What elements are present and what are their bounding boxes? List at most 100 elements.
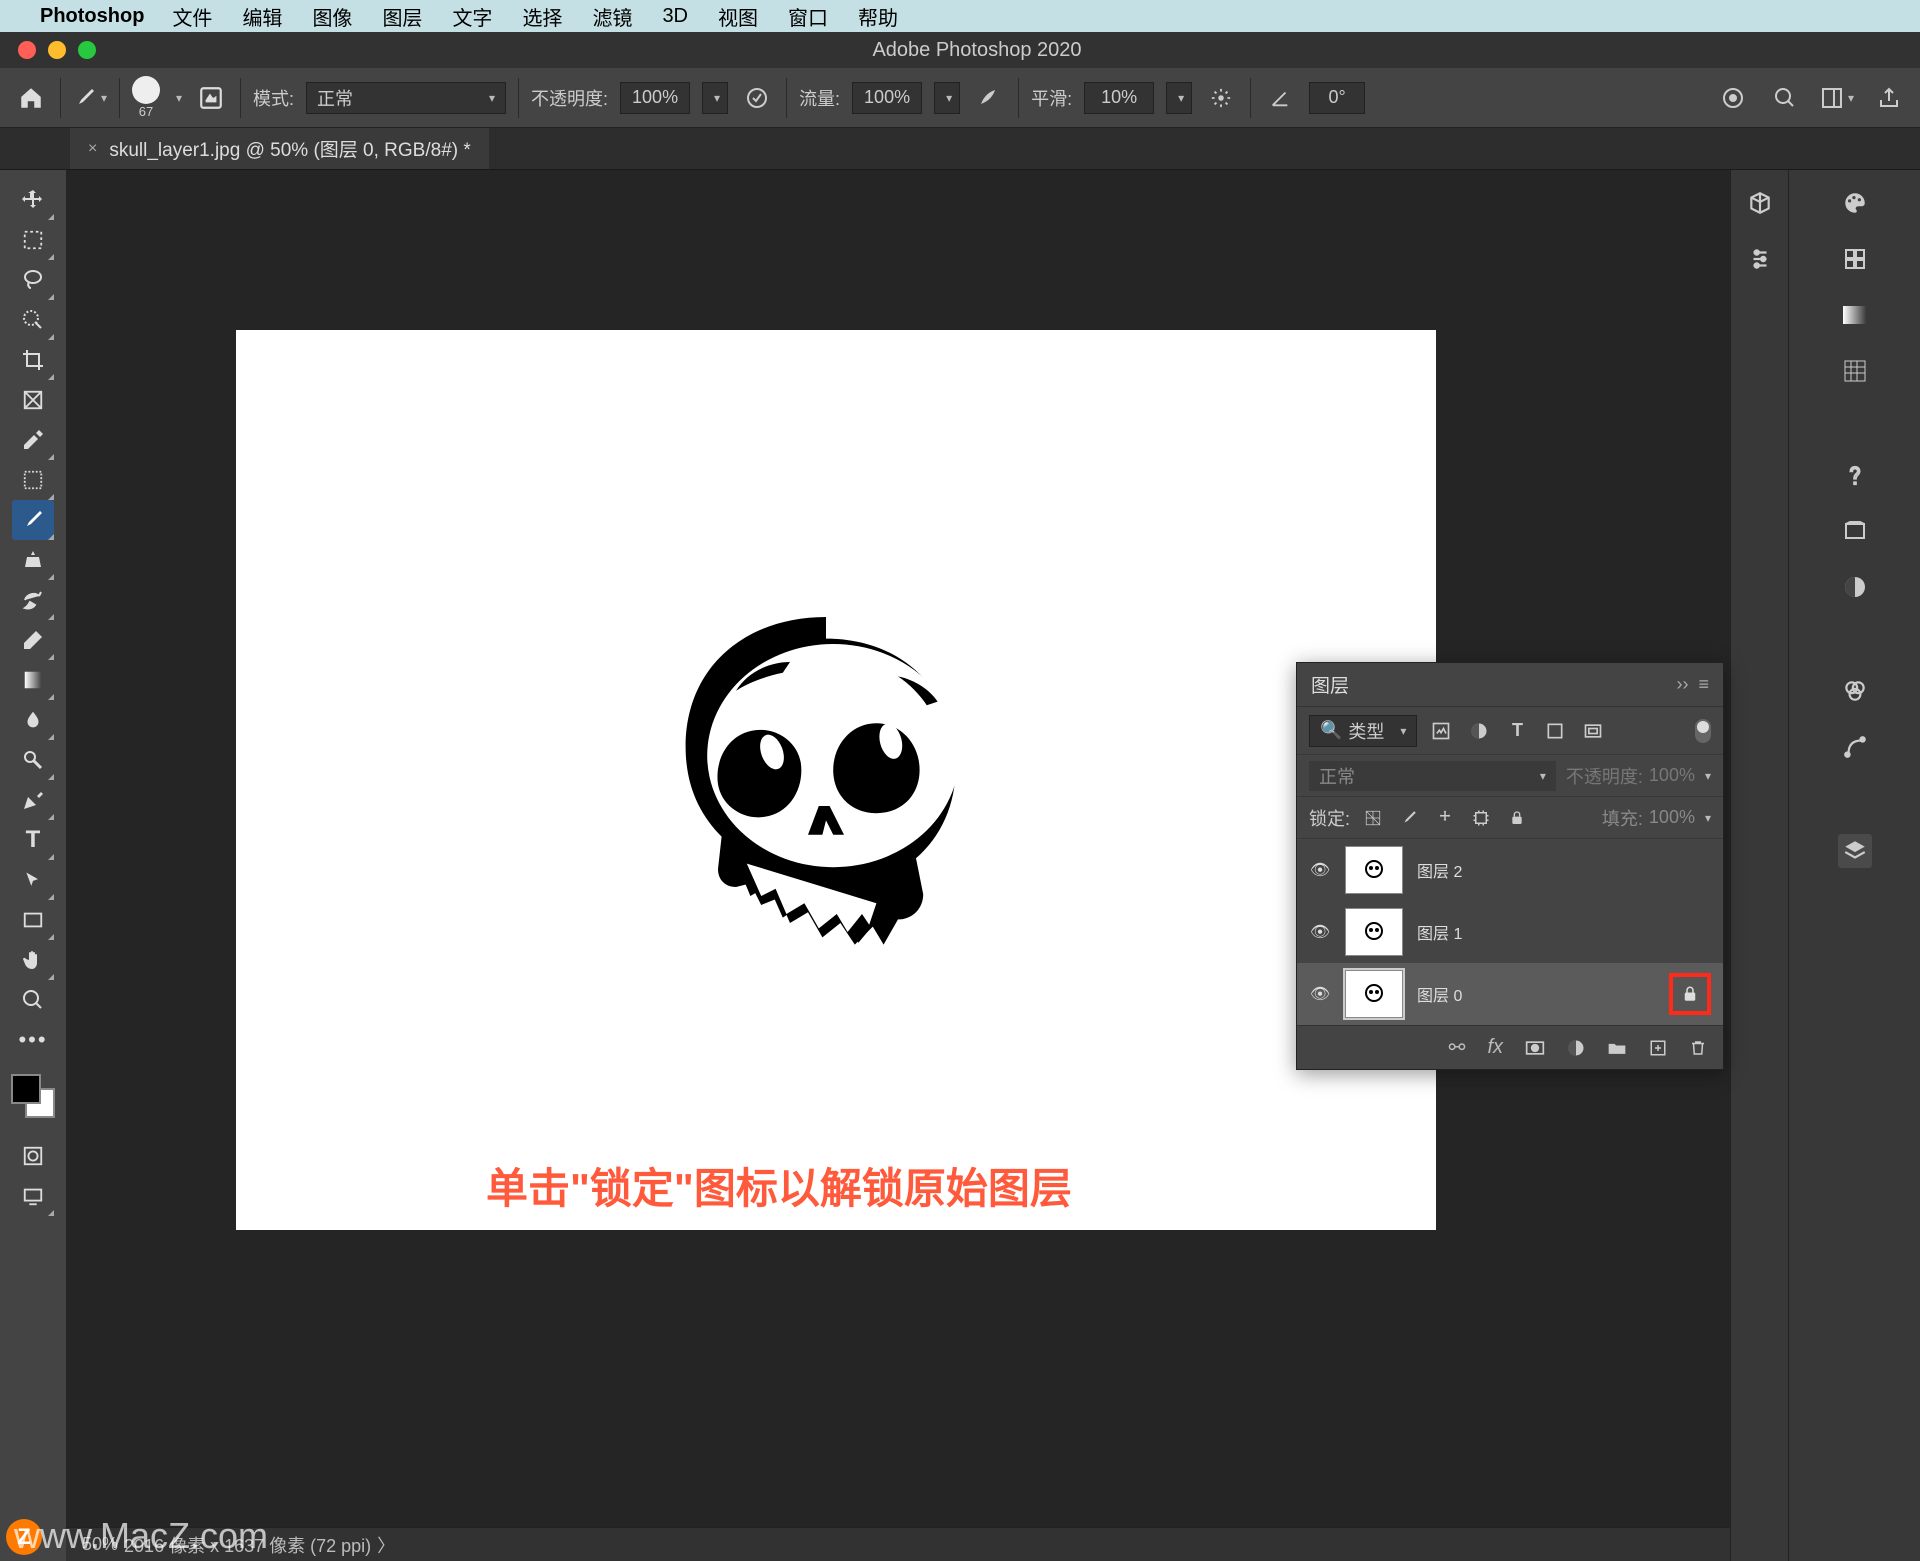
channels-panel-icon[interactable] [1838, 674, 1872, 708]
document-canvas[interactable] [236, 330, 1436, 1230]
crop-tool[interactable] [12, 340, 54, 380]
workspace-icon[interactable]: ▾ [1820, 81, 1854, 115]
zoom-window-button[interactable] [78, 41, 96, 59]
close-window-button[interactable] [18, 41, 36, 59]
layer-row[interactable]: 👁 图层 2 [1297, 839, 1723, 901]
layer-thumbnail[interactable] [1345, 908, 1403, 956]
chevron-down-icon[interactable]: ▾ [176, 91, 182, 105]
lock-transparent-icon[interactable] [1360, 805, 1386, 831]
hand-tool[interactable] [12, 940, 54, 980]
brush-tool[interactable] [12, 500, 54, 540]
status-chevron-icon[interactable]: 〉 [377, 1532, 395, 1558]
link-layers-icon[interactable]: ⚯ [1449, 1035, 1466, 1060]
smooth-options-icon[interactable] [1204, 81, 1238, 115]
marquee-tool[interactable] [12, 220, 54, 260]
lasso-tool[interactable] [12, 260, 54, 300]
filter-pixel-icon[interactable] [1427, 717, 1455, 745]
smooth-dropdown[interactable]: ▾ [1166, 82, 1192, 114]
layer-thumbnail[interactable] [1345, 970, 1403, 1018]
group-icon[interactable] [1607, 1040, 1627, 1056]
angle-input[interactable]: 0° [1309, 82, 1365, 114]
lock-all-icon[interactable] [1504, 805, 1530, 831]
menu-view[interactable]: 视图 [718, 2, 758, 31]
rectangle-tool[interactable] [12, 900, 54, 940]
healing-tool[interactable] [12, 460, 54, 500]
home-icon[interactable] [14, 81, 48, 115]
gradients-panel-icon[interactable] [1838, 298, 1872, 332]
filter-smart-icon[interactable] [1579, 717, 1607, 745]
eyedropper-tool[interactable] [12, 420, 54, 460]
menu-help[interactable]: 帮助 [858, 2, 898, 31]
quick-select-tool[interactable] [12, 300, 54, 340]
lock-artboard-icon[interactable] [1468, 805, 1494, 831]
new-layer-icon[interactable] [1649, 1039, 1667, 1057]
layer-lock-icon[interactable] [1669, 973, 1711, 1015]
pen-tool[interactable] [12, 780, 54, 820]
flow-dropdown[interactable]: ▾ [934, 82, 960, 114]
document-tab[interactable]: × skull_layer1.jpg @ 50% (图层 0, RGB/8#) … [70, 128, 489, 169]
brush-tool-icon[interactable]: ▾ [73, 81, 107, 115]
properties-panel-icon[interactable] [1743, 242, 1777, 276]
libraries-panel-icon[interactable] [1838, 514, 1872, 548]
fill-value[interactable]: 100% [1649, 807, 1695, 828]
dodge-tool[interactable] [12, 740, 54, 780]
pressure-size-icon[interactable] [1716, 81, 1750, 115]
opacity-dropdown[interactable]: ▾ [702, 82, 728, 114]
menu-window[interactable]: 窗口 [788, 2, 828, 31]
app-name[interactable]: Photoshop [40, 5, 144, 28]
color-swatches[interactable] [11, 1074, 55, 1118]
screen-mode-icon[interactable] [12, 1176, 54, 1216]
learn-panel-icon[interactable] [1838, 458, 1872, 492]
menu-select[interactable]: 选择 [522, 2, 562, 31]
patterns-panel-icon[interactable] [1838, 354, 1872, 388]
blur-tool[interactable] [12, 700, 54, 740]
color-panel-icon[interactable] [1838, 186, 1872, 220]
airbrush-icon[interactable] [972, 81, 1006, 115]
blend-mode-select[interactable]: 正常▾ [306, 82, 506, 114]
menu-3d[interactable]: 3D [662, 5, 688, 28]
eraser-tool[interactable] [12, 620, 54, 660]
panel-menu-icon[interactable]: ≡ [1698, 674, 1709, 695]
layer-name[interactable]: 图层 0 [1417, 982, 1462, 1006]
3d-panel-icon[interactable] [1743, 186, 1777, 220]
delete-layer-icon[interactable] [1689, 1038, 1707, 1058]
layer-row[interactable]: 👁 图层 1 [1297, 901, 1723, 963]
swatches-panel-icon[interactable] [1838, 242, 1872, 276]
history-brush-tool[interactable] [12, 580, 54, 620]
menu-image[interactable]: 图像 [312, 2, 352, 31]
minimize-window-button[interactable] [48, 41, 66, 59]
move-tool[interactable] [12, 180, 54, 220]
visibility-icon[interactable]: 👁 [1309, 984, 1331, 1004]
visibility-icon[interactable]: 👁 [1309, 922, 1331, 942]
layer-fx-icon[interactable]: fx [1487, 1036, 1503, 1059]
filter-type-icon[interactable]: T [1503, 717, 1531, 745]
menu-filter[interactable]: 滤镜 [592, 2, 632, 31]
zoom-tool[interactable] [12, 980, 54, 1020]
filter-shape-icon[interactable] [1541, 717, 1569, 745]
opacity-input[interactable]: 100% [620, 82, 690, 114]
frame-tool[interactable] [12, 380, 54, 420]
layer-blend-select[interactable]: 正常▾ [1309, 761, 1556, 791]
layer-row[interactable]: 👁 图层 0 [1297, 963, 1723, 1025]
pressure-opacity-icon[interactable] [740, 81, 774, 115]
clone-stamp-tool[interactable] [12, 540, 54, 580]
layer-thumbnail[interactable] [1345, 846, 1403, 894]
foreground-color[interactable] [11, 1074, 41, 1104]
adjustment-layer-icon[interactable] [1567, 1039, 1585, 1057]
lock-position-icon[interactable] [1432, 805, 1458, 831]
paths-panel-icon[interactable] [1838, 730, 1872, 764]
flow-input[interactable]: 100% [852, 82, 922, 114]
layer-name[interactable]: 图层 2 [1417, 858, 1462, 882]
layer-name[interactable]: 图层 1 [1417, 920, 1462, 944]
menu-file[interactable]: 文件 [172, 2, 212, 31]
brush-panel-icon[interactable] [194, 81, 228, 115]
search-icon[interactable] [1768, 81, 1802, 115]
menu-edit[interactable]: 编辑 [242, 2, 282, 31]
brush-preset-picker[interactable]: 67 [132, 76, 160, 119]
layers-panel-icon[interactable] [1838, 834, 1872, 868]
path-select-tool[interactable] [12, 860, 54, 900]
smooth-input[interactable]: 10% [1084, 82, 1154, 114]
filter-type-select[interactable]: 🔍类型▾ [1309, 715, 1417, 747]
lock-pixels-icon[interactable] [1396, 805, 1422, 831]
gradient-tool[interactable] [12, 660, 54, 700]
